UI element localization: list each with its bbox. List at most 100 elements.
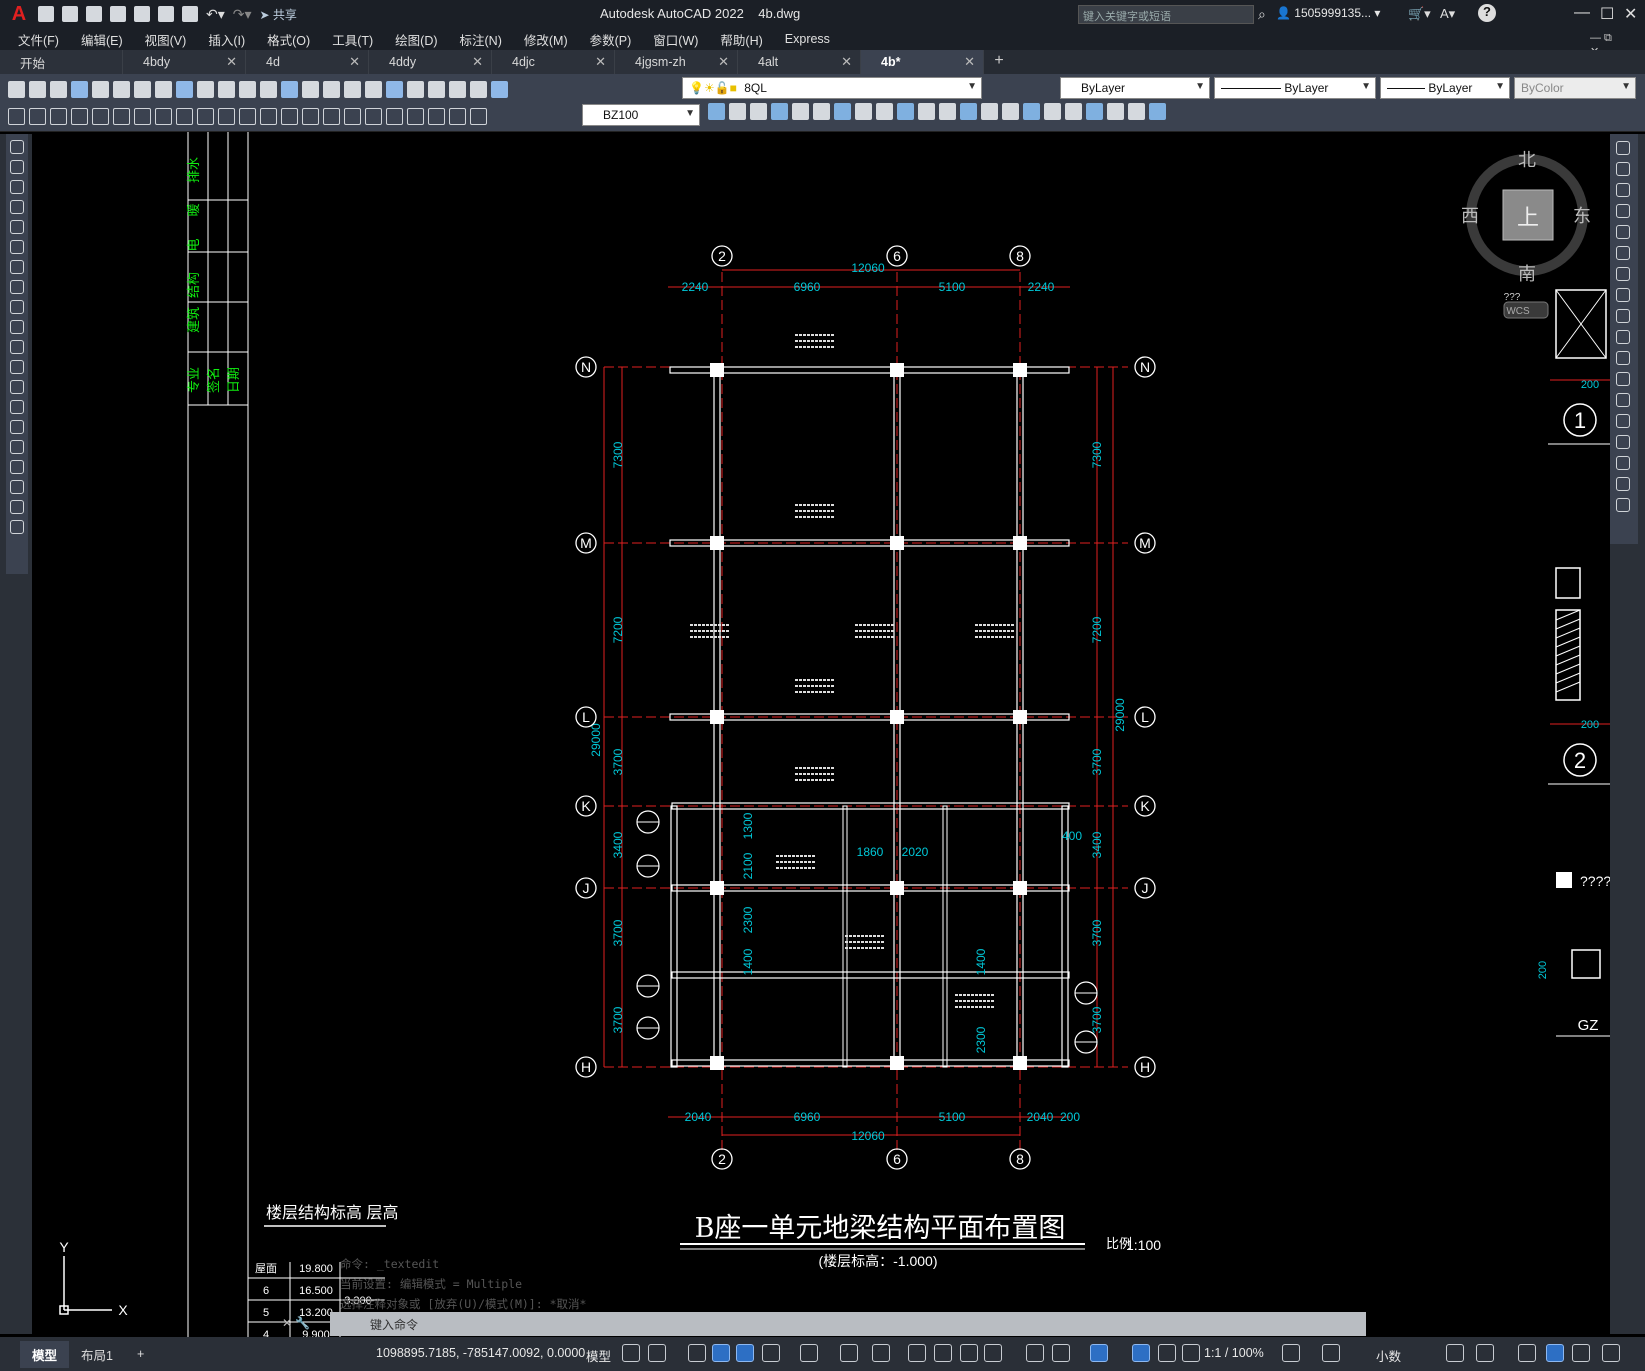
ellipse-icon[interactable] bbox=[10, 320, 24, 334]
quick-properties-icon[interactable] bbox=[1446, 1344, 1464, 1362]
point-icon[interactable] bbox=[10, 400, 24, 414]
tab-start[interactable]: 开始 bbox=[0, 50, 123, 74]
trim-icon[interactable] bbox=[1616, 330, 1630, 344]
close-tab-icon[interactable]: ✕ bbox=[964, 54, 975, 70]
modify-tool-icon[interactable] bbox=[792, 103, 809, 120]
plotstyle-dropdown[interactable]: ByColor ▼ bbox=[1514, 77, 1636, 99]
explode-icon[interactable] bbox=[1616, 498, 1630, 512]
revision-cloud-icon[interactable] bbox=[10, 280, 24, 294]
modify-tool-icon[interactable] bbox=[1023, 103, 1040, 120]
layer-state-icon[interactable] bbox=[29, 107, 46, 125]
chamfer-icon[interactable] bbox=[1616, 435, 1630, 449]
redo-icon[interactable] bbox=[260, 80, 277, 98]
isodraft-icon[interactable] bbox=[800, 1344, 818, 1362]
continue-icon[interactable] bbox=[281, 107, 298, 125]
modify-tool-icon[interactable] bbox=[813, 103, 830, 120]
join-icon[interactable] bbox=[1616, 414, 1630, 428]
ortho-icon[interactable] bbox=[736, 1344, 754, 1362]
cart-icon[interactable]: 🛒▾ bbox=[1408, 6, 1431, 22]
save-icon[interactable] bbox=[86, 6, 102, 22]
arc-length-icon[interactable] bbox=[113, 107, 130, 125]
construction-line-icon[interactable] bbox=[10, 160, 24, 174]
modify-tool-icon[interactable] bbox=[897, 103, 914, 120]
center-mark-icon[interactable] bbox=[365, 107, 382, 125]
color-dropdown[interactable]: ByLayer ▼ bbox=[1060, 77, 1210, 99]
stretch-icon[interactable] bbox=[1616, 309, 1630, 323]
lock-ui-icon[interactable] bbox=[1476, 1344, 1494, 1362]
modify-tool-icon[interactable] bbox=[1044, 103, 1061, 120]
gradient-icon[interactable] bbox=[10, 440, 24, 454]
markup-icon[interactable] bbox=[449, 80, 466, 98]
autodesk-a360-icon[interactable]: A▾ bbox=[1440, 6, 1455, 22]
plot-preview-icon[interactable] bbox=[92, 80, 109, 98]
command-input[interactable]: 键入命令 bbox=[330, 1312, 1366, 1336]
modify-tool-icon[interactable] bbox=[834, 103, 851, 120]
hardware-acceleration-icon[interactable] bbox=[1546, 1344, 1564, 1362]
mirror-icon[interactable] bbox=[1616, 183, 1630, 197]
modify-tool-icon[interactable] bbox=[855, 103, 872, 120]
menu-file[interactable]: 文件(F) bbox=[18, 30, 59, 49]
autocad-logo-icon[interactable]: A bbox=[8, 3, 30, 25]
modify-tool-icon[interactable] bbox=[876, 103, 893, 120]
menu-format[interactable]: 格式(O) bbox=[267, 30, 310, 49]
tab-4b[interactable]: 4b* ✕ bbox=[861, 50, 984, 74]
menu-edit[interactable]: 编辑(E) bbox=[81, 30, 123, 49]
angular-icon[interactable] bbox=[218, 107, 235, 125]
design-center-icon[interactable] bbox=[386, 80, 403, 98]
object-snap-icon[interactable] bbox=[872, 1344, 890, 1362]
table-icon[interactable] bbox=[10, 480, 24, 494]
close-tab-icon[interactable]: ✕ bbox=[595, 54, 606, 70]
menu-tools[interactable]: 工具(T) bbox=[332, 30, 373, 49]
line-icon[interactable] bbox=[10, 140, 24, 154]
customization-icon[interactable] bbox=[1602, 1344, 1620, 1362]
add-layout-button[interactable]: + bbox=[125, 1343, 156, 1365]
diameter-icon[interactable] bbox=[197, 107, 214, 125]
quick-dim-icon[interactable] bbox=[239, 107, 256, 125]
user-account[interactable]: 👤 1505999135... ▾ bbox=[1276, 6, 1380, 20]
close-tab-icon[interactable]: ✕ bbox=[472, 54, 483, 70]
polygon-icon[interactable] bbox=[10, 200, 24, 214]
radius-icon[interactable] bbox=[155, 107, 172, 125]
hatch-icon[interactable] bbox=[10, 420, 24, 434]
3d-osnap-icon[interactable] bbox=[984, 1344, 1002, 1362]
menu-parametric[interactable]: 参数(P) bbox=[590, 30, 632, 49]
sheet-set-icon[interactable] bbox=[428, 80, 445, 98]
layer-dropdown[interactable]: 💡☀🔓■ 8QL ▼ bbox=[682, 77, 982, 99]
blend-icon[interactable] bbox=[1616, 477, 1630, 491]
ordinate-icon[interactable] bbox=[134, 107, 151, 125]
new-tab-button[interactable]: + bbox=[984, 50, 1014, 74]
modify-tool-icon[interactable] bbox=[1002, 103, 1019, 120]
save-icon[interactable] bbox=[50, 80, 67, 98]
space-icon[interactable] bbox=[302, 107, 319, 125]
help-icon[interactable] bbox=[491, 80, 508, 98]
arc-icon[interactable] bbox=[10, 240, 24, 254]
zoom-window-icon[interactable] bbox=[323, 80, 340, 98]
undo-icon[interactable]: ↶▾ bbox=[206, 6, 225, 23]
command-close-icon[interactable]: ✕ 🔧 bbox=[282, 1316, 310, 1330]
selection-cycling-icon[interactable] bbox=[960, 1344, 978, 1362]
workspace-gear-icon[interactable] bbox=[1282, 1344, 1300, 1362]
modify-tool-icon[interactable] bbox=[1128, 103, 1145, 120]
polyline-icon[interactable] bbox=[10, 180, 24, 194]
close-tab-icon[interactable]: ✕ bbox=[226, 54, 237, 70]
break-icon[interactable] bbox=[1616, 393, 1630, 407]
annotation-monitor-icon[interactable] bbox=[1322, 1344, 1340, 1362]
isolate-objects-icon[interactable] bbox=[1518, 1344, 1536, 1362]
menu-express[interactable]: Express bbox=[785, 32, 830, 46]
modify-tool-icon[interactable] bbox=[960, 103, 977, 120]
aligned-dim-icon[interactable] bbox=[92, 107, 109, 125]
modify-tool-icon[interactable] bbox=[918, 103, 935, 120]
plot-icon[interactable] bbox=[182, 6, 198, 22]
menu-insert[interactable]: 插入(I) bbox=[208, 30, 245, 49]
tab-4ddy[interactable]: 4ddy ✕ bbox=[369, 50, 492, 74]
grid-icon[interactable] bbox=[622, 1344, 640, 1362]
tab-4jgsm-zh[interactable]: 4jgsm-zh ✕ bbox=[615, 50, 738, 74]
modify-tool-icon[interactable] bbox=[1065, 103, 1082, 120]
rectangle-icon[interactable] bbox=[10, 220, 24, 234]
jogged-icon[interactable] bbox=[176, 107, 193, 125]
quickcalc-icon[interactable] bbox=[470, 80, 487, 98]
annotation-scale-icon[interactable] bbox=[1182, 1344, 1200, 1362]
break-at-point-icon[interactable] bbox=[1616, 372, 1630, 386]
add-selected-icon[interactable] bbox=[10, 520, 24, 534]
polar-icon[interactable] bbox=[762, 1344, 780, 1362]
